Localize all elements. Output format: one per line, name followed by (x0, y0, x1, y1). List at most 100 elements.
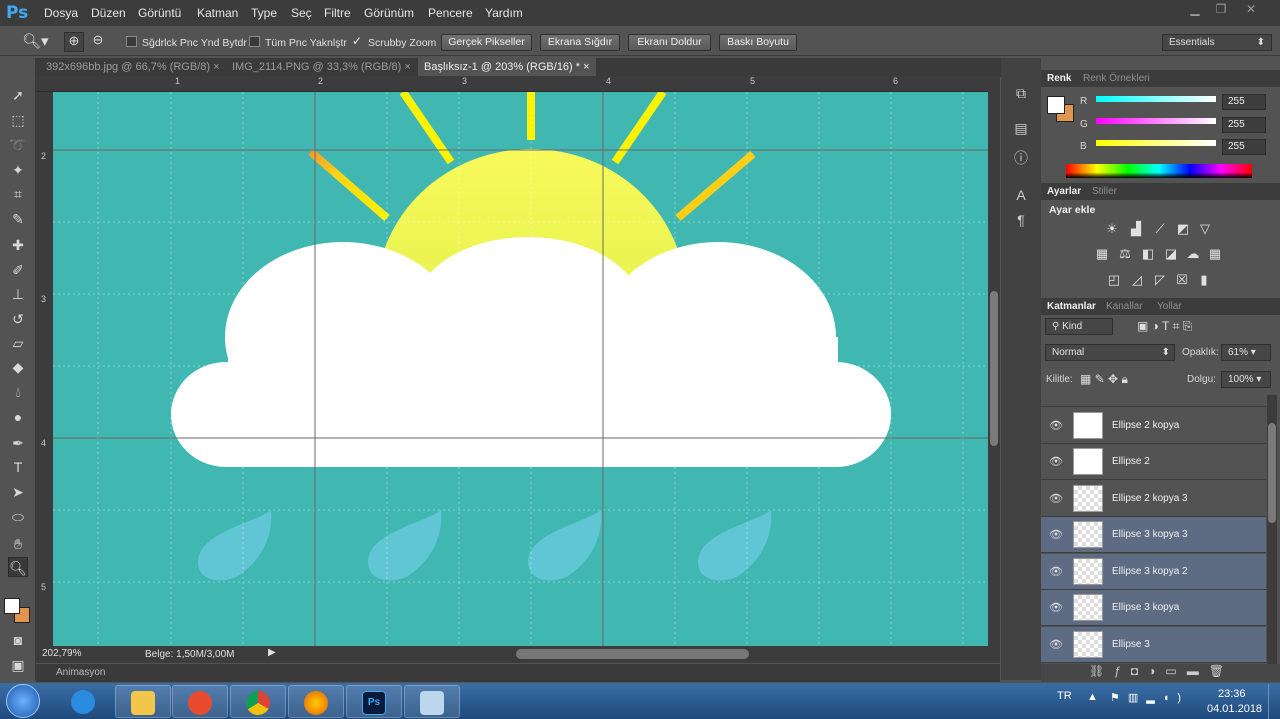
brush-tool-icon[interactable]: ✐ (8, 260, 28, 280)
tab-adjustments[interactable]: Ayarlar (1047, 183, 1081, 200)
selective-color-icon[interactable]: ☒ (1173, 272, 1191, 288)
curves-icon[interactable]: ⟋ (1151, 221, 1169, 237)
tab-styles[interactable]: Stiller (1092, 183, 1117, 200)
restore-icon[interactable]: ❐ (1210, 2, 1232, 18)
threshold-icon[interactable]: ◸ (1151, 272, 1169, 288)
photo-filter-icon[interactable]: ◪ (1162, 246, 1180, 262)
all-windows-checkbox[interactable] (249, 36, 260, 50)
zoom-in-icon[interactable]: ⊕ (64, 32, 84, 52)
menu-layer[interactable]: Katman (197, 6, 238, 20)
document-canvas[interactable] (53, 92, 988, 646)
actual-pixels-button[interactable]: Gerçek Pikseller (441, 34, 532, 51)
show-desktop-button[interactable] (1268, 684, 1280, 719)
workspace-select[interactable]: Essentials ⬍ (1162, 34, 1272, 51)
minimize-icon[interactable]: ▁ (1184, 2, 1206, 18)
green-slider[interactable] (1096, 118, 1216, 124)
black-white-icon[interactable]: ◧ (1139, 246, 1157, 262)
menu-select[interactable]: Seç (291, 6, 312, 20)
vibrance-icon[interactable]: ▽ (1196, 221, 1214, 237)
tab-document-3[interactable]: Başlıksız-1 @ 203% (RGB/16) * × (418, 58, 596, 77)
brightness-icon[interactable]: ☀ (1103, 221, 1121, 237)
posterize-icon[interactable]: ◿ (1128, 272, 1146, 288)
fill-screen-button[interactable]: Ekranı Doldur (628, 34, 711, 51)
path-select-icon[interactable]: ➤ (8, 482, 28, 502)
opacity-input[interactable]: 61% ▾ (1221, 344, 1271, 361)
color-spectrum[interactable] (1066, 164, 1252, 178)
ellipse-tool-icon[interactable]: ⬭ (8, 507, 28, 527)
move-tool-icon[interactable]: ➚ (8, 85, 28, 105)
tab-document-2[interactable]: IMG_2114.PNG @ 33,3% (RGB/8) × (226, 58, 417, 77)
scroll-thumb[interactable] (990, 291, 998, 446)
layers-scrollbar[interactable] (1267, 395, 1277, 665)
red-slider[interactable] (1096, 96, 1216, 102)
fill-input[interactable]: 100% ▾ (1221, 371, 1271, 388)
close-icon[interactable]: × (404, 61, 410, 73)
print-size-button[interactable]: Baskı Boyutu (719, 34, 797, 51)
fit-screen-button[interactable]: Ekrana Sığdır (540, 34, 620, 51)
healing-brush-icon[interactable]: ✚ (8, 235, 28, 255)
taskbar-ie[interactable] (56, 685, 112, 718)
blur-tool-icon[interactable]: 💧︎ (8, 382, 28, 402)
foreground-color-swatch[interactable] (4, 598, 20, 614)
menu-view[interactable]: Görünüm (364, 6, 414, 20)
layers-footer-icons[interactable]: ⛓ƒ◘◑▭▬🗑︎ (1041, 664, 1280, 682)
levels-icon[interactable]: ▟ (1127, 221, 1145, 237)
green-value[interactable]: 255 (1222, 117, 1266, 133)
menu-help[interactable]: Yardım (485, 6, 523, 20)
status-arrow-icon[interactable]: ▶ (268, 647, 276, 658)
gradient-map-icon[interactable]: ▮ (1195, 272, 1213, 288)
blend-mode-select[interactable]: Normal ⬍ (1045, 344, 1175, 361)
tab-layers[interactable]: Katmanlar (1047, 298, 1096, 315)
layer-row[interactable]: 👁︎ Ellipse 2 kopya (1041, 408, 1266, 444)
taskbar-chrome[interactable] (230, 685, 286, 718)
invert-icon[interactable]: ◰ (1105, 272, 1123, 288)
paragraph-panel-icon[interactable]: ¶ (1011, 212, 1031, 232)
marquee-tool-icon[interactable]: ⬚ (8, 110, 28, 130)
menu-filter[interactable]: Filtre (324, 6, 351, 20)
blue-value[interactable]: 255 (1222, 139, 1266, 155)
scrubby-zoom-checkbox[interactable]: ✓ (352, 34, 362, 48)
pen-tool-icon[interactable]: ✒ (8, 433, 28, 453)
taskbar-firefox[interactable] (288, 685, 344, 718)
menu-image[interactable]: Görüntü (138, 6, 181, 20)
layer-row-selected[interactable]: 👁︎ Ellipse 3 kopya (1041, 590, 1266, 626)
color-balance-icon[interactable]: ⚖ (1116, 246, 1134, 262)
screen-mode-icon[interactable]: ▣ (8, 655, 28, 675)
character-panel-icon[interactable]: A (1011, 187, 1031, 207)
quick-mask-icon[interactable]: ◙ (8, 630, 28, 650)
filter-type-icons[interactable]: ▣ ◑ T ⌗ ⎘ (1137, 319, 1192, 334)
history-brush-icon[interactable]: ↺ (8, 309, 28, 329)
layer-row[interactable]: 👁︎ Ellipse 2 (1041, 444, 1266, 480)
layer-row-selected[interactable]: 👁︎ Ellipse 3 kopya 3 (1041, 517, 1266, 553)
blue-slider[interactable] (1096, 140, 1216, 146)
red-value[interactable]: 255 (1222, 94, 1266, 110)
close-icon[interactable]: × (213, 61, 219, 73)
eye-icon[interactable]: 👁︎ (1049, 565, 1063, 578)
taskbar-photoshop[interactable]: Ps (346, 685, 402, 718)
tab-swatches[interactable]: Renk Örnekleri (1083, 70, 1150, 87)
eraser-tool-icon[interactable]: ▱ (8, 333, 28, 353)
menu-window[interactable]: Pencere (428, 6, 473, 20)
eye-icon[interactable]: 👁︎ (1049, 638, 1063, 651)
zoom-level[interactable]: 202,79% (42, 648, 81, 659)
color-lookup-icon[interactable]: ▦ (1206, 246, 1224, 262)
tab-paths[interactable]: Yollar (1157, 298, 1182, 315)
resize-windows-checkbox[interactable] (126, 36, 137, 50)
tab-channels[interactable]: Kanallar (1106, 298, 1143, 315)
close-icon[interactable]: × (583, 61, 589, 73)
language-indicator[interactable]: TR (1057, 690, 1072, 702)
tab-document-1[interactable]: 392x696bb.jpg @ 66,7% (RGB/8) × (40, 58, 226, 77)
exposure-icon[interactable]: ◩ (1174, 221, 1192, 237)
vertical-scrollbar[interactable] (988, 76, 1000, 646)
tab-color[interactable]: Renk (1047, 70, 1071, 87)
crop-tool-icon[interactable]: ⌗ (8, 184, 28, 204)
eye-icon[interactable]: 👁︎ (1049, 455, 1063, 468)
tray-icons[interactable]: ⚑▥▂◖) (1110, 691, 1189, 704)
start-button[interactable] (6, 684, 40, 718)
horizontal-scroll-thumb[interactable] (516, 649, 749, 659)
menu-type[interactable]: Type (251, 6, 277, 20)
zoom-out-icon[interactable]: ⊖ (88, 32, 108, 52)
layer-row-partial[interactable] (1041, 390, 1266, 407)
layer-row-selected[interactable]: 👁︎ Ellipse 3 (1041, 627, 1266, 663)
close-icon[interactable]: ✕ (1240, 2, 1262, 18)
